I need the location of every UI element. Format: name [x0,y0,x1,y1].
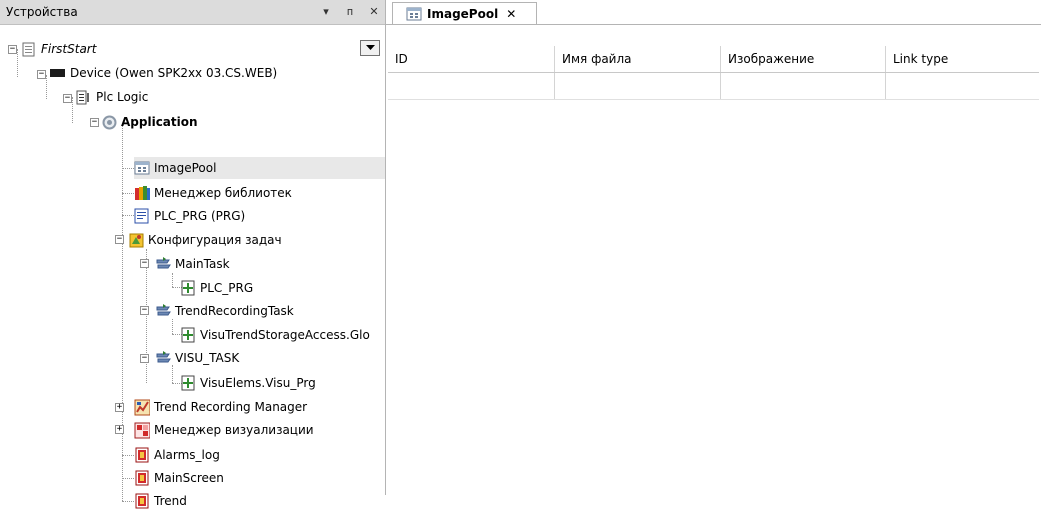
plc-logic-icon [76,89,92,105]
tree-item-trendrecordingtask[interactable]: TrendRecordingTask [155,300,294,322]
tree-item-visuelems[interactable]: VisuElems.Visu_Prg [180,372,316,394]
table-cell[interactable] [886,73,1039,99]
task-icon [155,256,171,272]
visualization-icon [134,447,150,463]
column-header-filename[interactable]: Имя файла [555,46,721,72]
devices-panel: Устройства ▾ ᴨ ✕ − − − − − − − − + + Fir… [0,0,386,509]
tree-item-trend[interactable]: Trend [134,490,187,512]
tree-item-alarms-log[interactable]: Alarms_log [134,444,220,466]
table-row[interactable] [388,73,1039,100]
device-tree: − − − − − − − − + + FirstStart Device (O… [0,25,385,509]
tree-item-device[interactable]: Device (Owen SPK2xx 03.CS.WEB) [50,62,277,84]
expander-taskconfig[interactable]: − [115,235,124,244]
tree-item-mainscreen[interactable]: MainScreen [134,467,224,489]
library-books-icon [134,185,150,201]
devices-panel-title: Устройства [6,5,78,19]
program-call-icon [180,280,196,296]
program-call-icon [180,375,196,391]
task-configuration-icon [128,232,144,248]
imagepool-icon [406,6,422,22]
expander-visumanager[interactable]: + [115,425,124,434]
devices-panel-header: Устройства ▾ ᴨ ✕ [0,0,385,25]
tree-item-visutrendstorage[interactable]: VisuTrendStorageAccess.Glo [180,324,370,346]
table-cell[interactable] [721,73,886,99]
expander-trendrecordingtask[interactable]: − [140,306,149,315]
editor-tabstrip: ImagePool ✕ [386,0,1041,25]
tree-item-visu-task[interactable]: VISU_TASK [155,347,239,369]
panel-dropdown-button[interactable]: ▾ [319,3,333,19]
tree-item-application[interactable]: Application [101,111,198,133]
table-cell[interactable] [388,73,555,99]
tree-item-plc-prg[interactable]: PLC_PRG (PRG) [134,205,245,227]
task-icon [155,350,171,366]
table-cell[interactable] [555,73,721,99]
tree-item-imagepool[interactable]: ImagePool [134,157,385,179]
tab-imagepool-label: ImagePool [427,6,499,21]
visualization-icon [134,493,150,509]
table-header-row: ID Имя файла Изображение Link type [388,46,1039,73]
expander-application[interactable]: − [90,118,99,127]
application-gear-icon [101,114,117,130]
tree-item-maintask-plc-prg[interactable]: PLC_PRG [180,277,253,299]
expander-visu-task[interactable]: − [140,354,149,363]
tree-item-taskconfig[interactable]: Конфигурация задач [128,229,282,251]
tree-item-libmanager[interactable]: Менеджер библиотек [134,182,292,204]
panel-pin-button[interactable]: ᴨ [343,3,357,19]
expander-trendrecmanager[interactable]: + [115,403,124,412]
column-header-image[interactable]: Изображение [721,46,886,72]
tree-item-firststart[interactable]: FirstStart [21,38,96,60]
project-icon [21,41,37,57]
column-header-id[interactable]: ID [388,46,555,72]
tree-dropdown-button[interactable] [360,40,380,56]
expander-plclogic[interactable]: − [63,94,72,103]
tab-imagepool[interactable]: ImagePool ✕ [392,2,537,24]
tree-item-trendrecmanager[interactable]: Trend Recording Manager [134,396,307,418]
expander-device[interactable]: − [37,70,46,79]
device-icon [50,65,66,81]
program-icon [134,208,150,224]
chevron-down-icon [365,45,375,50]
task-icon [155,303,171,319]
editor-area: ImagePool ✕ ID Имя файла Изображение Lin… [386,0,1041,495]
imagepool-icon [134,160,150,176]
imagepool-table: ID Имя файла Изображение Link type [388,46,1039,100]
tab-close-icon[interactable]: ✕ [506,7,516,21]
expander-maintask[interactable]: − [140,259,149,268]
tree-item-plclogic[interactable]: Plc Logic [76,86,148,108]
visualization-icon [134,470,150,486]
column-header-link-type[interactable]: Link type [886,46,1039,72]
panel-close-button[interactable]: ✕ [367,3,381,19]
expander-firststart[interactable]: − [8,45,17,54]
visualization-manager-icon [134,422,150,438]
tree-item-maintask[interactable]: MainTask [155,253,230,275]
program-call-icon [180,327,196,343]
tree-item-visumanager[interactable]: Менеджер визуализации [134,419,314,441]
trend-recording-icon [134,399,150,415]
